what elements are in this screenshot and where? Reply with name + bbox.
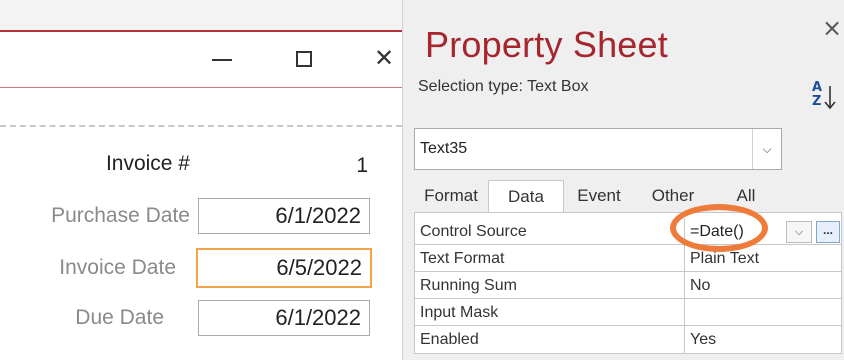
property-value[interactable]: Yes [690,326,830,353]
highlight-annotation [670,204,768,252]
purchase-date-label: Purchase Date [51,204,190,227]
invoice-number-value: 1 [356,154,368,177]
close-icon[interactable]: ✕ [374,40,394,76]
property-name: Input Mask [420,304,499,321]
selection-type-label: Selection type: Text Box [418,78,589,95]
property-value[interactable]: No [690,272,830,299]
tab-data[interactable]: Data [488,180,564,212]
object-selector[interactable] [414,128,782,170]
form-top-strip [0,0,402,30]
form-titlebar-border [0,87,402,88]
purchase-date-field[interactable]: 6/1/2022 [198,198,370,234]
property-name: Text Format [420,250,505,267]
tab-format[interactable]: Format [414,180,488,212]
chevron-down-icon[interactable]: ⌵ [752,129,781,169]
chevron-down-icon[interactable]: ⌵ [786,221,812,243]
invoice-form-window: ✕ Invoice # 1 Purchase Date 6/1/2022 Inv… [0,0,402,360]
property-name: Running Sum [420,277,517,294]
sort-az-icon[interactable]: A Z [810,80,840,114]
invoice-number-label: Invoice # [105,152,190,175]
property-name: Enabled [420,331,479,348]
property-name: Control Source [420,223,527,240]
invoice-date-label: Invoice Date [59,256,176,279]
form-titlebar [0,32,402,87]
close-icon[interactable]: × [822,14,842,42]
due-date-field[interactable]: 6/1/2022 [198,300,370,336]
invoice-date-field[interactable]: 6/5/2022 [196,248,372,288]
object-selector-value: Text35 [420,140,468,157]
builder-button[interactable]: ... [816,221,840,243]
minimize-icon[interactable] [212,59,232,61]
property-sheet-title: Property Sheet [425,24,668,65]
section-divider [0,125,402,127]
maximize-icon[interactable] [296,51,312,67]
due-date-label: Due Date [75,306,164,329]
tab-event[interactable]: Event [564,180,634,212]
